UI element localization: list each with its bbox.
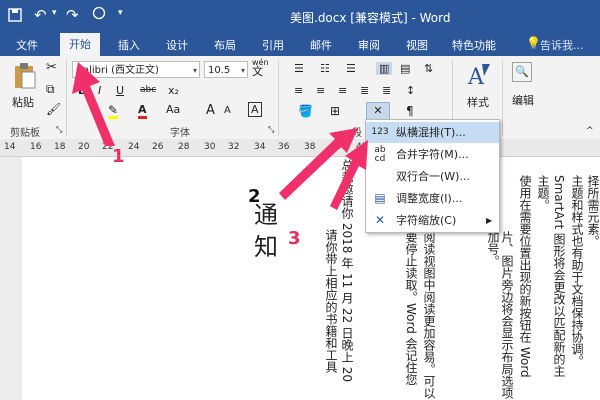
arrow-1: [72, 62, 115, 146]
annotation-number-1: 1: [112, 146, 125, 167]
annotation-number-3: 3: [288, 228, 301, 249]
annotation-number-2: 2: [248, 186, 261, 207]
annotation-arrows: [72, 62, 368, 210]
